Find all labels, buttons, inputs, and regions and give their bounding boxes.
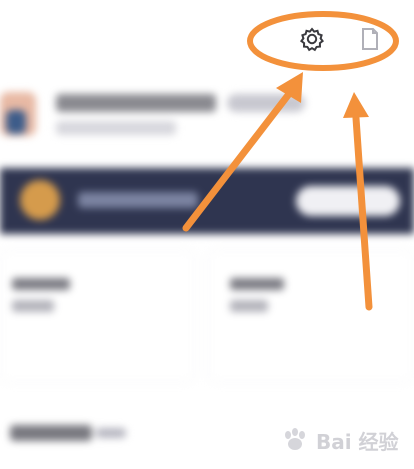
watermark-text: Bai 经验: [316, 429, 399, 454]
annotation-arrow-left-shaft: [182, 86, 296, 232]
annotation-arrow-right-shaft: [352, 114, 373, 311]
watermark: Bai 经验: [280, 420, 412, 460]
annotation-overlay: [182, 11, 399, 311]
paw-icon: [285, 428, 305, 450]
annotation-ellipse: [247, 11, 399, 71]
app-screen: Bai 经验: [0, 0, 414, 469]
annotation-arrow-right-head: [343, 92, 369, 118]
